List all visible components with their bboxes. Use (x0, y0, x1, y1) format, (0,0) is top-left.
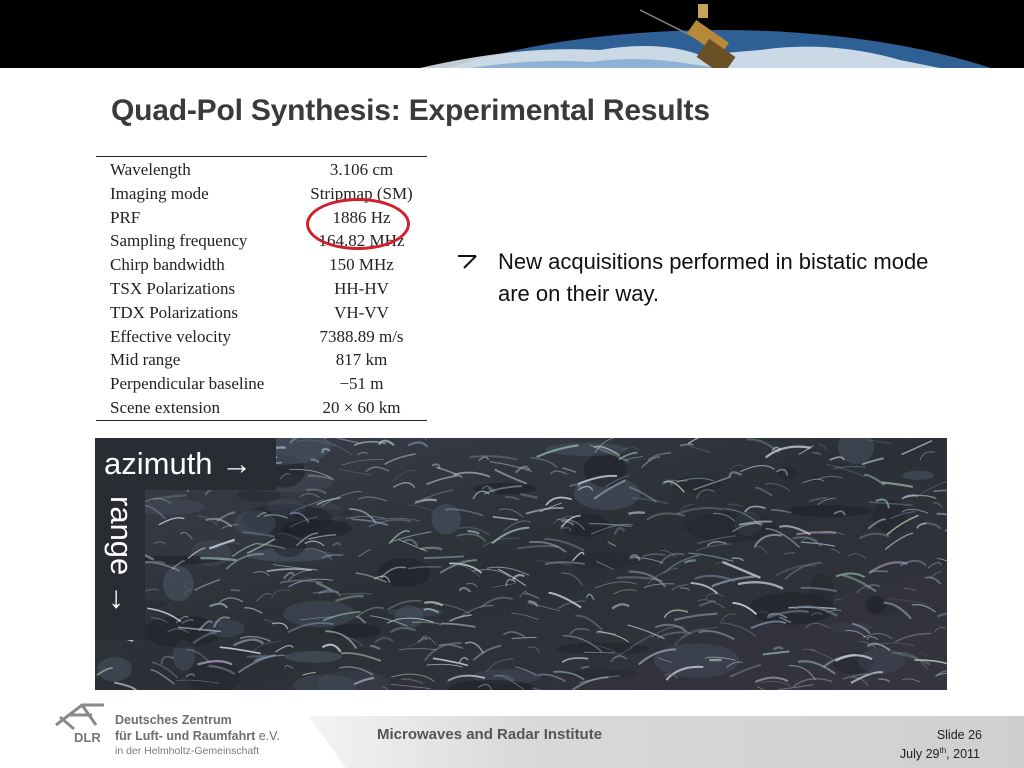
parameter-value: 20 × 60 km (322, 397, 401, 417)
date-prefix: July 29 (899, 747, 940, 762)
parameter-value: 3.106 cm (329, 160, 394, 179)
parameter-label: TSX Polarizations (110, 278, 236, 298)
slide-number: Slide 26 (936, 728, 982, 742)
parameter-label: Scene extension (110, 397, 220, 417)
arrow-bullet-icon (458, 255, 477, 269)
slide-date: July 29th, 2011 (900, 746, 980, 761)
parameter-row: Perpendicular baseline −51 m (96, 372, 427, 396)
parameter-label: Perpendicular baseline (110, 374, 265, 394)
parameter-label: Effective velocity (110, 326, 231, 346)
parameter-label: Chirp bandwidth (110, 255, 225, 275)
parameter-value: 150 MHz (329, 255, 394, 275)
logo-abbrev: DLR (74, 730, 101, 745)
parameter-label: Imaging mode (110, 183, 209, 203)
parameter-row: Scene extension 20 × 60 km (96, 396, 427, 420)
parameter-value: 817 km (335, 350, 388, 370)
logo-text-line1: Deutsches Zentrum (115, 713, 232, 727)
logo-text-line3: in der Helmholtz-Gemeinschaft (115, 745, 260, 757)
dlr-logo: DLR Deutsches Zentrum für Luft- und Raum… (52, 697, 282, 759)
parameter-label: Sampling frequency (110, 231, 248, 251)
bullet-text: New acquisitions performed in bistatic m… (498, 249, 929, 306)
dlr-aircraft-icon (55, 703, 104, 731)
header-banner (0, 0, 1024, 68)
parameter-label: Mid range (110, 350, 181, 370)
parameter-row: Chirp bandwidth 150 MHz (96, 253, 427, 277)
azimuth-label: azimuth → (95, 438, 276, 490)
parameter-row: TDX Polarizations VH-VV (96, 301, 427, 325)
parameter-row: Mid range 817 km (96, 348, 427, 372)
parameter-value: VH-VV (334, 302, 389, 322)
parameter-row: Wavelength 3.106 cm (96, 158, 427, 182)
parameter-value: 7388.89 m/s (319, 326, 404, 346)
parameter-value: HH-HV (334, 278, 389, 298)
parameter-label: PRF (110, 207, 141, 227)
slide-title: Quad-Pol Synthesis: Experimental Results (111, 94, 710, 127)
logo-line2-suffix: e.V. (255, 729, 280, 743)
parameter-table: Wavelength 3.106 cm Imaging mode Stripmap (… (96, 156, 427, 421)
parameter-label: Wavelength (110, 160, 191, 179)
range-label: range → (104, 496, 139, 615)
date-suffix: , 2011 (946, 747, 980, 762)
parameter-label: TDX Polarizations (110, 302, 238, 322)
parameter-row: TSX Polarizations HH-HV (96, 277, 427, 301)
logo-text-line2: für Luft- und Raumfahrt e.V. (115, 729, 280, 743)
parameter-value: −51 m (339, 374, 384, 394)
institute-name: Microwaves and Radar Institute (377, 726, 603, 743)
parameter-row: Effective velocity 7388.89 m/s (96, 325, 427, 349)
prf-highlight-circle (306, 198, 410, 250)
logo-line2-main: für Luft- und Raumfahrt (115, 729, 256, 743)
earth-satellite-image (0, 0, 1024, 68)
